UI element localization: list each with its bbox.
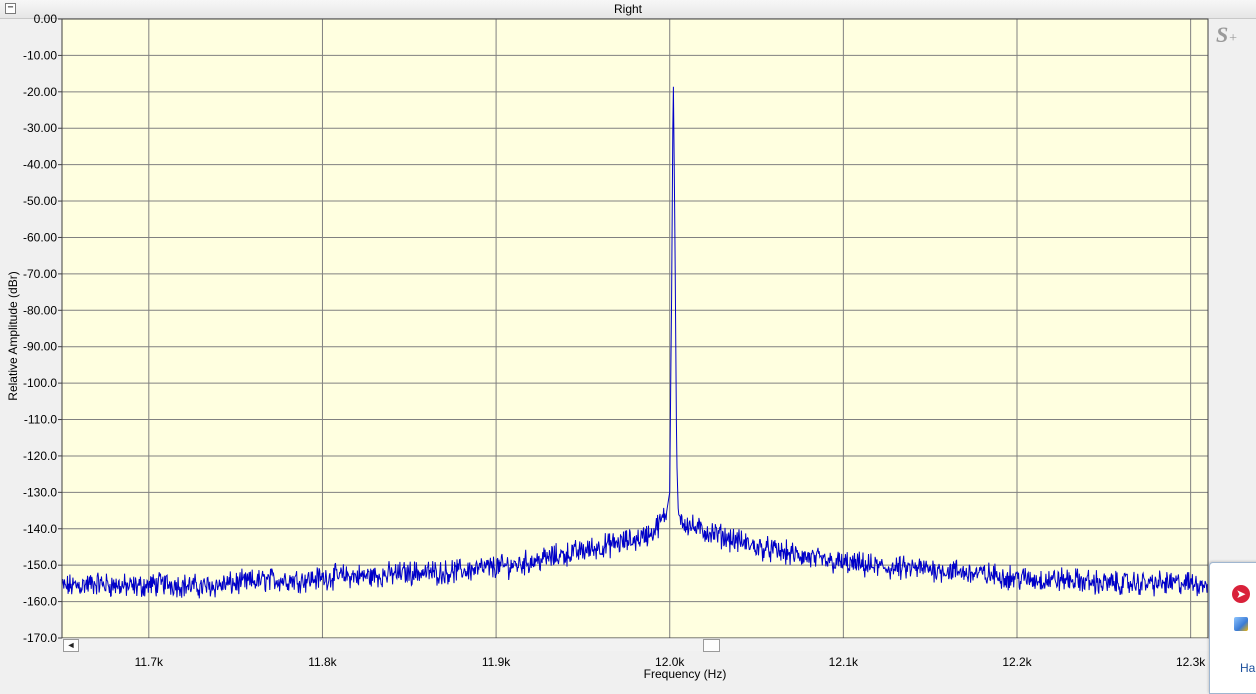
y-tick-label: -30.00 [23, 121, 57, 135]
y-tick-label: -120.0 [23, 449, 57, 463]
scroll-thumb[interactable] [703, 639, 720, 652]
x-axis-label: Frequency (Hz) [643, 667, 727, 681]
y-tick-label: -140.0 [23, 522, 57, 536]
y-tick-label: -60.00 [23, 230, 57, 244]
y-tick-label: -70.00 [23, 267, 57, 281]
y-tick-label: -10.00 [23, 48, 57, 62]
app-icon[interactable] [1234, 617, 1248, 631]
y-tick-label: -90.00 [23, 340, 57, 354]
watermark-logo: S+ [1216, 22, 1238, 48]
play-arrow-icon[interactable]: ➤ [1232, 585, 1250, 603]
y-tick-label: -170.0 [23, 631, 57, 645]
horizontal-scrollbar[interactable]: ◄ [62, 638, 1208, 652]
y-tick-label: -40.00 [23, 158, 57, 172]
side-notification-panel[interactable]: ➤ Ha [1209, 562, 1256, 694]
y-axis-label: Relative Amplitude (dBr) [6, 271, 20, 401]
y-tick-label: -130.0 [23, 485, 57, 499]
watermark-letter: S [1216, 22, 1229, 47]
side-panel-text[interactable]: Ha [1240, 661, 1255, 675]
watermark-plus: + [1228, 31, 1238, 46]
y-tick-label: -150.0 [23, 558, 57, 572]
y-tick-label: -80.00 [23, 303, 57, 317]
y-tick-label: -100.0 [23, 376, 57, 390]
y-tick-label: -160.0 [23, 595, 57, 609]
spectrum-chart: 0.00 -10.00 -20.00 -30.00 -40.00 -50.00 -60.00… [23, 12, 1209, 669]
y-tick-label: -20.00 [23, 85, 57, 99]
y-axis-ticks: 0.00 -10.00 -20.00 -30.00 -40.00 -50.00 -60.00… [23, 12, 62, 645]
scroll-left-arrow-icon[interactable]: ◄ [63, 639, 79, 652]
y-tick-label: -50.00 [23, 194, 57, 208]
y-tick-label: -110.0 [24, 413, 57, 427]
y-tick-label: 0.00 [34, 12, 58, 26]
